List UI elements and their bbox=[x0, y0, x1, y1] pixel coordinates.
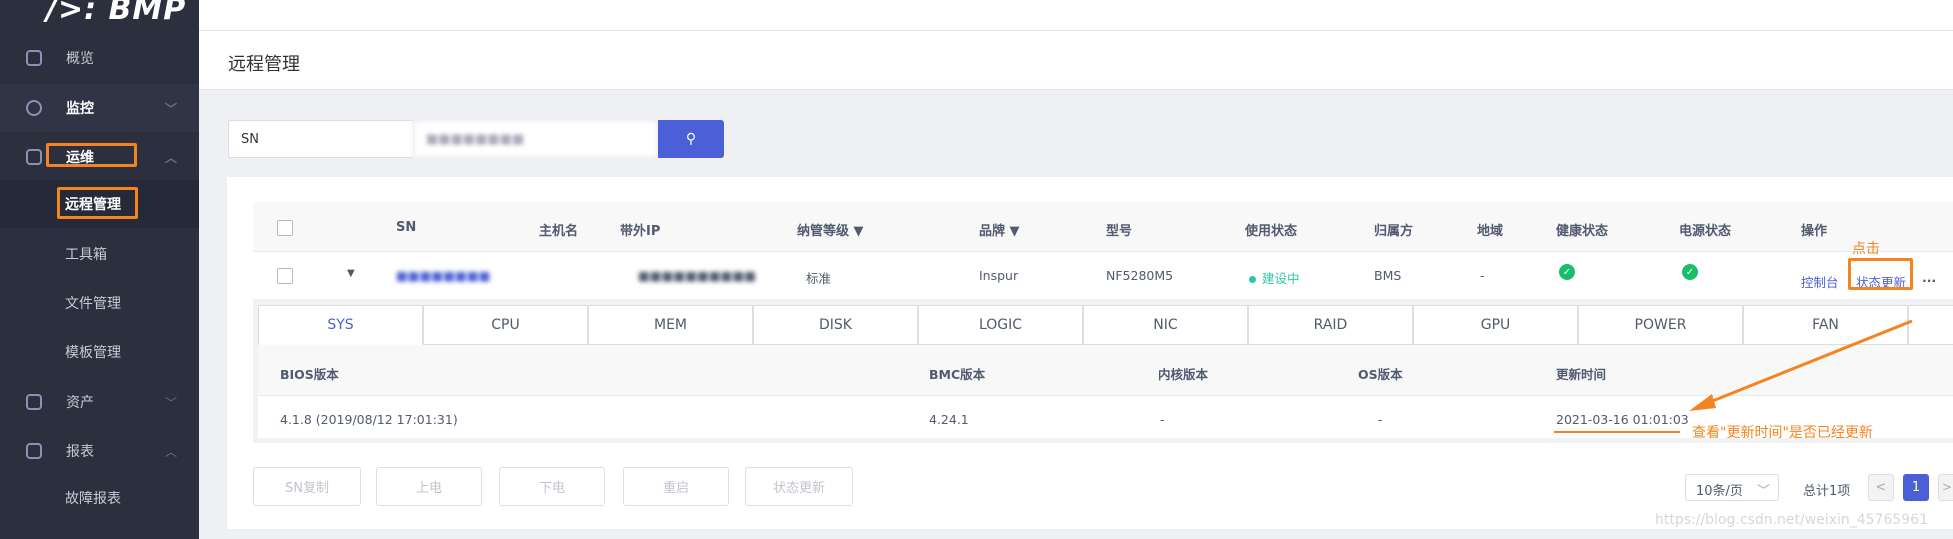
arrow-line bbox=[1699, 319, 1913, 408]
annotation-note: 查看"更新时间"是否已经更新 bbox=[1692, 425, 1873, 441]
arrow-head bbox=[1689, 394, 1716, 411]
watermark: https://blog.csdn.net/weixin_45765961 bbox=[1654, 512, 1928, 528]
annotation-arrow bbox=[1554, 319, 1913, 433]
